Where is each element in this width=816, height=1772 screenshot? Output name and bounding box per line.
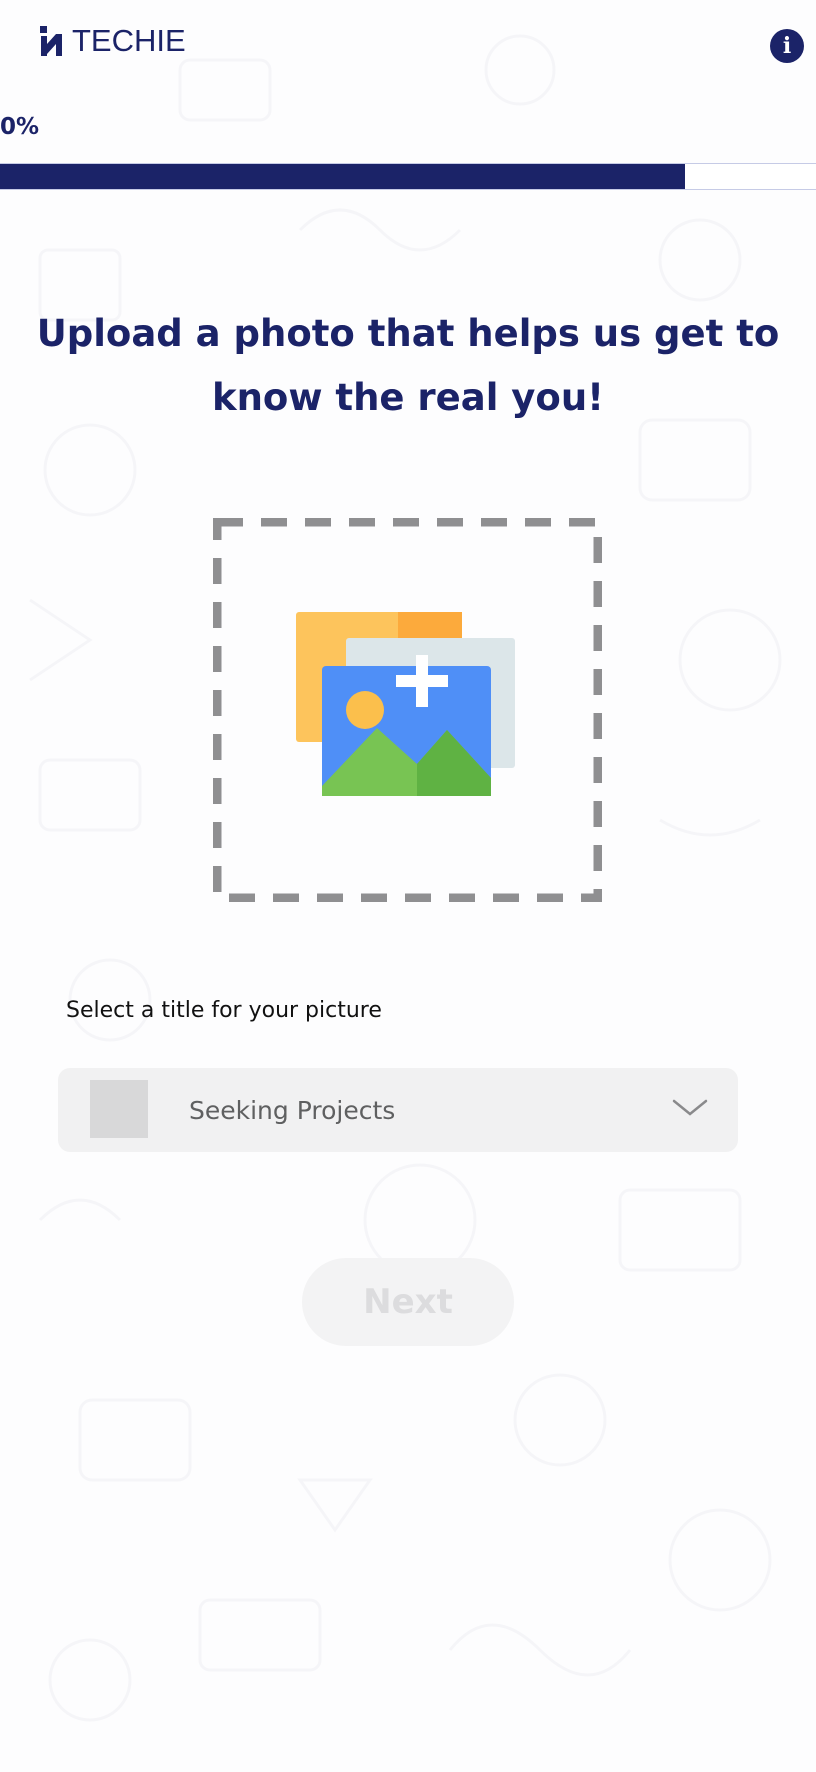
logo-mark-icon — [38, 24, 68, 56]
header: TECHIE i — [0, 0, 816, 100]
page-headline: Upload a photo that helps us get to know… — [36, 312, 780, 419]
photo-upload-area[interactable] — [213, 518, 602, 902]
add-photo-icon — [296, 612, 515, 796]
title-select-label: Select a title for your picture — [66, 998, 382, 1023]
title-swatch — [90, 1080, 148, 1138]
info-circle-icon: i — [782, 33, 792, 59]
brand-logo: TECHIE — [38, 24, 186, 56]
next-button[interactable]: Next — [302, 1258, 514, 1346]
title-select-value: Seeking Projects — [189, 1096, 396, 1125]
brand-name: TECHIE — [72, 22, 186, 58]
info-button[interactable]: i — [770, 29, 804, 63]
chevron-down-icon — [672, 1098, 708, 1122]
title-select[interactable]: Seeking Projects — [58, 1068, 738, 1152]
progress-bar-fill — [0, 164, 686, 189]
progress-percent-label: 0% — [0, 114, 40, 140]
progress-bar — [0, 163, 816, 190]
